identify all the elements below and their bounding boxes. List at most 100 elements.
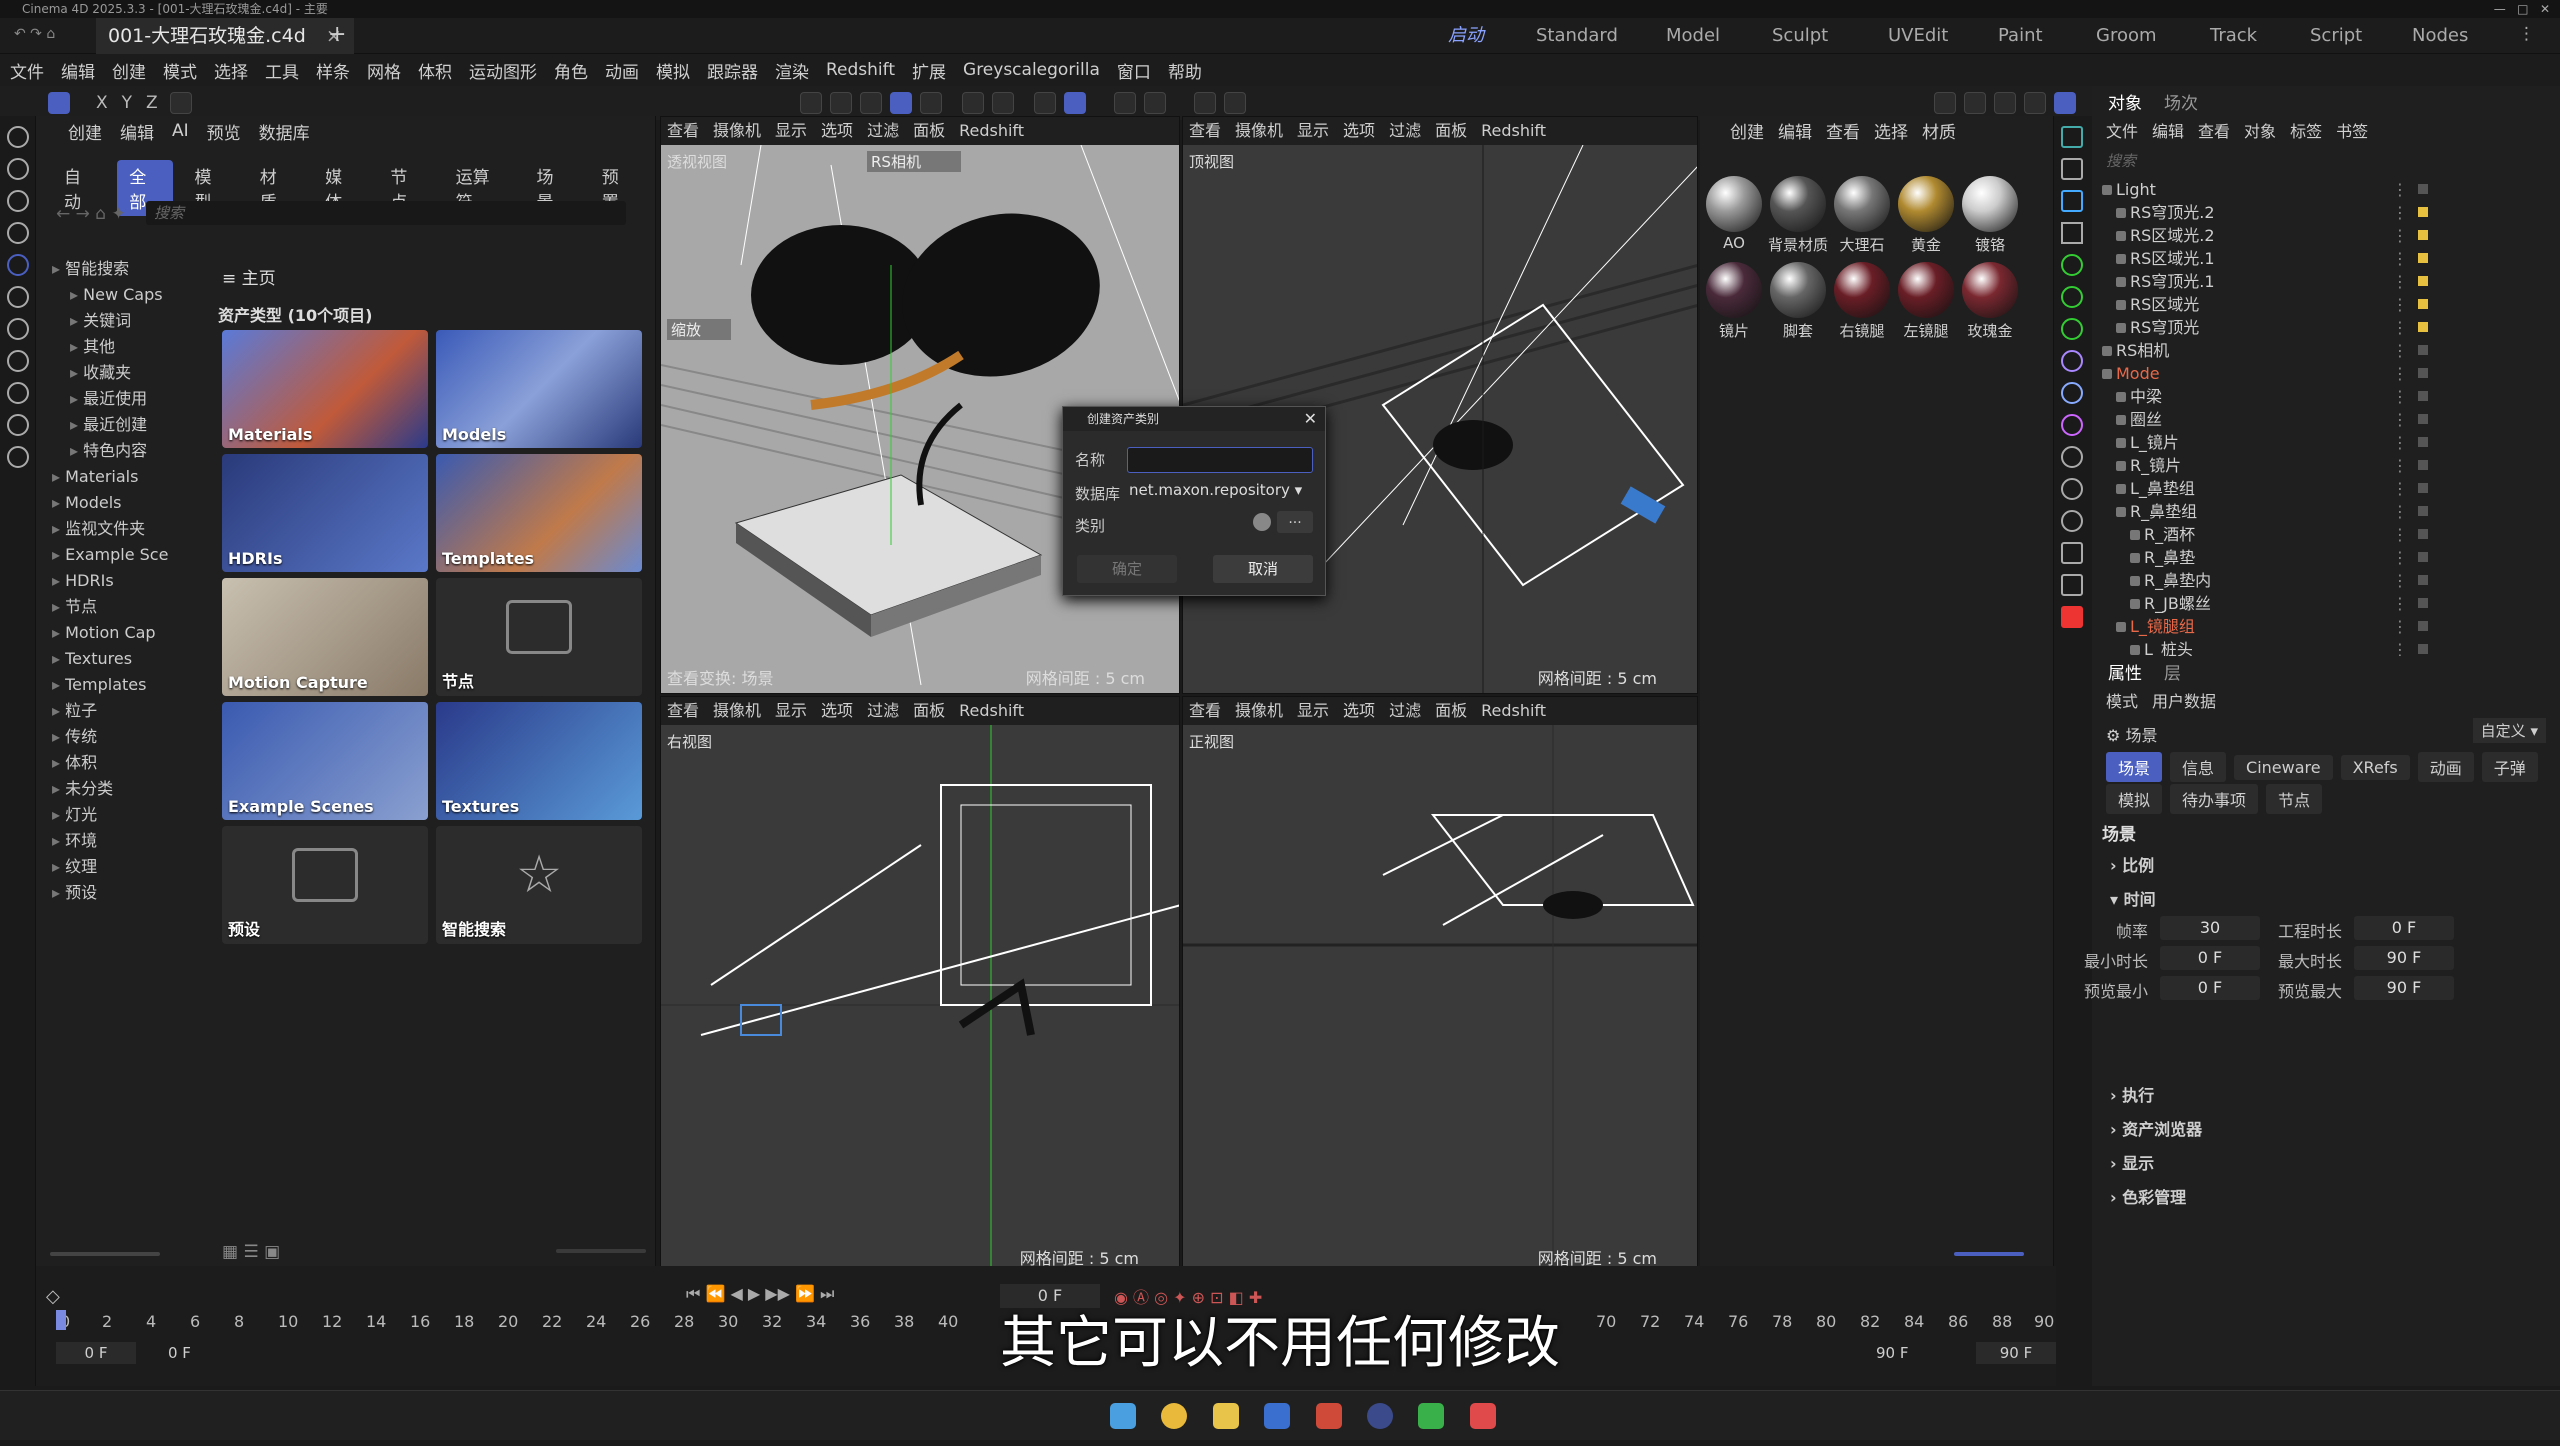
asset-tree-item[interactable]: ▸ HDRIs [52,568,242,594]
viewport-menu-item[interactable]: 过滤 [1389,121,1421,140]
generator-icon[interactable] [2061,254,2083,276]
asset-tree-item[interactable]: ▸ 其他 [52,334,242,360]
asset-type-tile[interactable]: Motion Capture [222,578,428,696]
menu-item[interactable]: 动画 [605,58,639,83]
tree-arrow-icon[interactable]: ▸ [52,753,65,772]
axis-lock-z[interactable]: Z [146,93,158,113]
viewport-menu-item[interactable]: 摄像机 [713,701,761,720]
visibility-icon[interactable]: ⋮ [2392,500,2408,523]
tag-icon[interactable] [2418,506,2428,516]
layout-tab[interactable]: Sculpt [1772,18,1828,54]
spline-icon[interactable] [2061,414,2083,436]
menu-item[interactable]: 运动图形 [469,58,537,83]
viewport-menu-item[interactable]: 显示 [1297,701,1329,720]
tag-icon[interactable] [2418,460,2428,470]
picture-viewer-icon[interactable] [1963,92,1986,114]
material-menu-item[interactable]: 材质 [1922,118,1956,143]
tree-arrow-icon[interactable]: ▸ [52,467,65,486]
tree-arrow-icon[interactable]: ▸ [52,727,65,746]
asset-search-input[interactable]: 搜索 [146,201,626,225]
viewport-perspective[interactable]: 查看 摄像机 显示 选项 过滤 面板 Redshift 透视视图 RS相机 缩放 查看变换:… [660,116,1180,694]
zoom-label[interactable]: 缩放 [667,319,732,340]
viewport-menu-item[interactable]: 选项 [1343,701,1375,720]
visibility-icon[interactable]: ⋮ [2392,615,2408,638]
model-mode-icon[interactable] [829,92,852,114]
layout-tab[interactable]: Track [2210,18,2257,54]
object-row[interactable]: Mode ⋮ [2092,362,2560,385]
attribute-tab-button[interactable]: 信息 [2170,752,2227,782]
menu-item[interactable]: 选择 [214,58,248,83]
field-value[interactable]: 0 F [2354,916,2454,940]
group-toggle-icon[interactable]: › [2110,1154,2122,1173]
axis-lock-y[interactable]: Y [122,93,132,113]
attribute-group-header[interactable]: ▾ 时间 [2110,886,2156,910]
tag-icon[interactable] [2418,322,2428,332]
layout-tab[interactable]: Script [2310,18,2362,54]
object-row[interactable]: R_JB螺丝 ⋮ [2092,592,2560,615]
visibility-icon[interactable]: ⋮ [2392,431,2408,454]
asset-type-tile[interactable]: Models [436,330,642,448]
asset-tree-item[interactable]: ▸ 环境 [52,828,242,854]
object-row[interactable]: 中梁 ⋮ [2092,385,2560,408]
object-mode-icon[interactable] [889,92,912,114]
quantize-icon[interactable] [991,92,1014,114]
asset-tree-item[interactable]: ▸ Example Sce [52,542,242,568]
viewport-menu-item[interactable]: 摄像机 [713,121,761,140]
menu-item[interactable]: 模式 [163,58,197,83]
object-panel-tab[interactable]: 对象 [2108,89,2142,114]
asset-type-tile[interactable]: Templates [436,454,642,572]
asset-tree-item[interactable]: ▸ New Caps [52,282,242,308]
attribute-group-header[interactable]: › 色彩管理 [2110,1184,2186,1208]
tree-arrow-icon[interactable]: ▸ [52,519,65,538]
cancel-button[interactable]: 取消 [1213,555,1313,583]
menu-item[interactable]: 编辑 [61,58,95,83]
object-row[interactable]: R_镜片 ⋮ [2092,454,2560,477]
effector-icon[interactable] [2061,318,2083,340]
menu-item[interactable]: 创建 [112,58,146,83]
attribute-tab-button[interactable]: 节点 [2266,784,2323,814]
camera-icon[interactable] [2061,478,2083,500]
layout-tab[interactable]: UVEdit [1888,18,1948,54]
object-row[interactable]: R_鼻垫 ⋮ [2092,546,2560,569]
tree-arrow-icon[interactable]: ▸ [52,597,65,616]
app-green-icon[interactable] [1418,1403,1445,1429]
tag-icon[interactable] [2418,299,2428,309]
render-region-icon[interactable] [1113,92,1136,114]
material-swatch[interactable]: 镀铬 [1960,176,2020,255]
attribute-tab-button[interactable]: 动画 [2417,752,2474,782]
visibility-icon[interactable]: ⋮ [2392,638,2408,656]
asset-tree-item[interactable]: ▸ 智能搜索 [52,256,242,282]
asset-tree-item[interactable]: ▸ Materials [52,464,242,490]
attribute-group-header[interactable]: › 显示 [2110,1150,2154,1174]
light-icon[interactable] [2061,446,2083,468]
menu-item[interactable]: 工具 [265,58,299,83]
tag-icon[interactable] [2418,230,2428,240]
object-row[interactable]: RS穹顶光.2 ⋮ [2092,201,2560,224]
move-tool-icon[interactable] [7,190,29,212]
view-mode-icons[interactable]: ▦ ☰ ▣ [222,1242,280,1262]
search-icon[interactable] [7,126,29,148]
menu-item[interactable]: 体积 [418,58,452,83]
object-menu-item[interactable]: 书签 [2336,118,2368,142]
tree-arrow-icon[interactable]: ▸ [52,259,65,278]
attribute-group-header[interactable]: › 资产浏览器 [2110,1116,2202,1140]
object-row[interactable]: RS区域光 ⋮ [2092,293,2560,316]
material-menu-item[interactable]: 编辑 [1778,118,1812,143]
sketch-tool-icon[interactable] [7,350,29,372]
object-menu-item[interactable]: 文件 [2106,118,2138,142]
viewport-menu-item[interactable]: 显示 [775,701,807,720]
material-swatch[interactable]: 背景材质 [1768,176,1828,255]
object-row[interactable]: L_镜片 ⋮ [2092,431,2560,454]
visibility-icon[interactable]: ⋮ [2392,362,2408,385]
tree-arrow-icon[interactable]: ▸ [70,285,83,304]
menu-item[interactable]: 帮助 [1168,58,1202,83]
scale-tool-icon[interactable] [7,254,29,276]
tag-icon[interactable] [2418,552,2428,562]
word-icon[interactable] [1264,1403,1291,1429]
tag-icon[interactable] [2418,598,2428,608]
visibility-icon[interactable]: ⋮ [2392,592,2408,615]
powerpoint-icon[interactable] [1315,1403,1342,1429]
asset-tree-item[interactable]: ▸ 最近使用 [52,386,242,412]
brush-tool-icon[interactable] [7,382,29,404]
cinema4d-icon[interactable] [1367,1403,1394,1429]
